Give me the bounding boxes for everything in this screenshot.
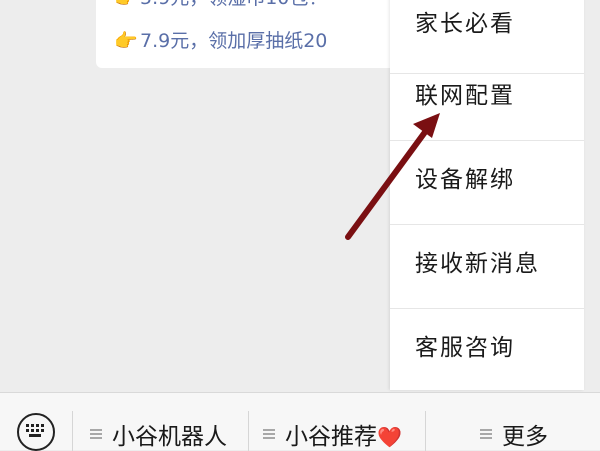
menu-lines-icon — [480, 429, 492, 441]
bottom-menu-bar: 小谷机器人 小谷推荐❤️ 更多 — [0, 392, 600, 451]
menu-item-receive-messages[interactable]: 接收新消息 — [390, 225, 584, 309]
menu-item-label: 家长必看 — [415, 11, 515, 37]
divider — [425, 411, 426, 451]
menu-item-label: 接收新消息 — [415, 251, 540, 277]
keyboard-icon — [26, 424, 44, 437]
pointing-hand-icon: 👉 — [114, 0, 138, 10]
menu-item-label: 客服咨询 — [415, 335, 515, 361]
tab-label: 更多 — [502, 424, 548, 450]
pointing-hand-icon: 👉 — [114, 30, 138, 52]
menu-item-label: 设备解绑 — [415, 167, 515, 193]
menu-item-network-config[interactable]: 联网配置 — [390, 57, 584, 141]
chat-line-2: 👉 7.9元，领加厚抽纸20 — [114, 30, 328, 52]
tab-label: 小谷机器人 — [112, 424, 227, 450]
menu-item-unbind-device[interactable]: 设备解绑 — [390, 141, 584, 225]
tab-label: 小谷推荐❤️ — [285, 424, 402, 450]
popup-menu: 家长必看 联网配置 设备解绑 接收新消息 客服咨询 — [390, 0, 584, 390]
chat-line-1: 👉5.9元，领湿巾10包！ — [114, 0, 327, 10]
divider — [72, 411, 73, 451]
keyboard-toggle-button[interactable] — [17, 413, 55, 451]
menu-item-label: 联网配置 — [415, 83, 515, 109]
menu-lines-icon — [90, 429, 102, 441]
heart-icon: ❤️ — [377, 425, 402, 449]
menu-item-customer-service[interactable]: 客服咨询 — [390, 309, 584, 393]
divider — [248, 411, 249, 451]
menu-lines-icon — [263, 429, 275, 441]
